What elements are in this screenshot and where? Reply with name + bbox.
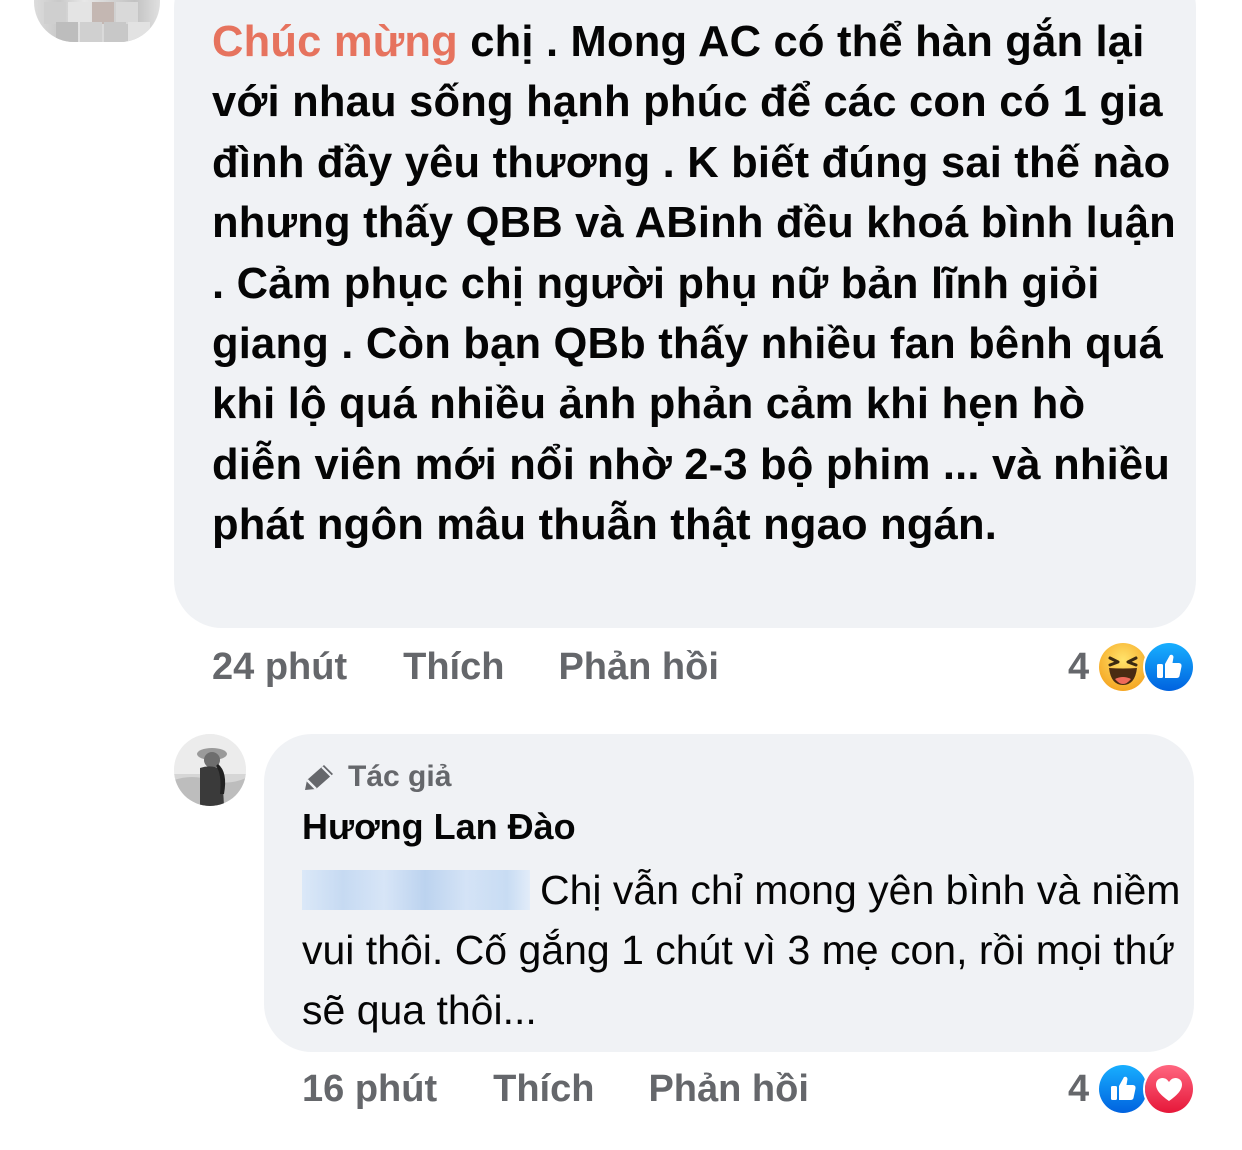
author-name[interactable]: Hương Lan Đào <box>302 806 576 848</box>
comment-text: Chúc mừng chị . Mong AC có thể hàn gắn l… <box>212 12 1182 556</box>
reply-button[interactable]: Phản hồi <box>558 646 718 689</box>
like-button[interactable]: Thích <box>403 646 504 689</box>
comment-thread: Chúc mừng chị . Mong AC có thể hàn gắn l… <box>0 0 1242 1150</box>
comment-actions: 24 phút Thích Phản hồi <box>212 640 719 694</box>
haha-icon <box>1097 641 1150 693</box>
author-avatar[interactable] <box>174 734 246 806</box>
reaction-summary[interactable]: 4 <box>1068 640 1196 694</box>
reply-timestamp[interactable]: 16 phút <box>302 1068 437 1111</box>
love-icon <box>1143 1063 1196 1115</box>
reply-actions: 16 phút Thích Phản hồi <box>302 1062 809 1116</box>
like-button[interactable]: Thích <box>493 1068 594 1111</box>
comment-body: chị . Mong AC có thể hàn gắn lại với nha… <box>212 18 1176 550</box>
pen-icon <box>305 765 333 790</box>
author-badge-label: Tác giả <box>348 760 452 793</box>
reply-text: Chị vẫn chỉ mong yên bình và niềm vui th… <box>302 860 1182 1040</box>
mention-blurred[interactable] <box>302 870 530 910</box>
reaction-count: 4 <box>1068 1067 1090 1110</box>
comment-timestamp[interactable]: 24 phút <box>212 646 347 689</box>
like-icon <box>1097 1063 1150 1115</box>
reaction-count: 4 <box>1068 645 1090 688</box>
reaction-summary[interactable]: 4 <box>1068 1062 1196 1116</box>
author-badge: Tác giả <box>302 760 451 794</box>
reply-button[interactable]: Phản hồi <box>648 1068 808 1111</box>
like-icon <box>1143 641 1196 693</box>
mention-link[interactable]: Chúc mừng <box>212 18 458 66</box>
commenter-avatar-blurred[interactable] <box>34 0 160 42</box>
